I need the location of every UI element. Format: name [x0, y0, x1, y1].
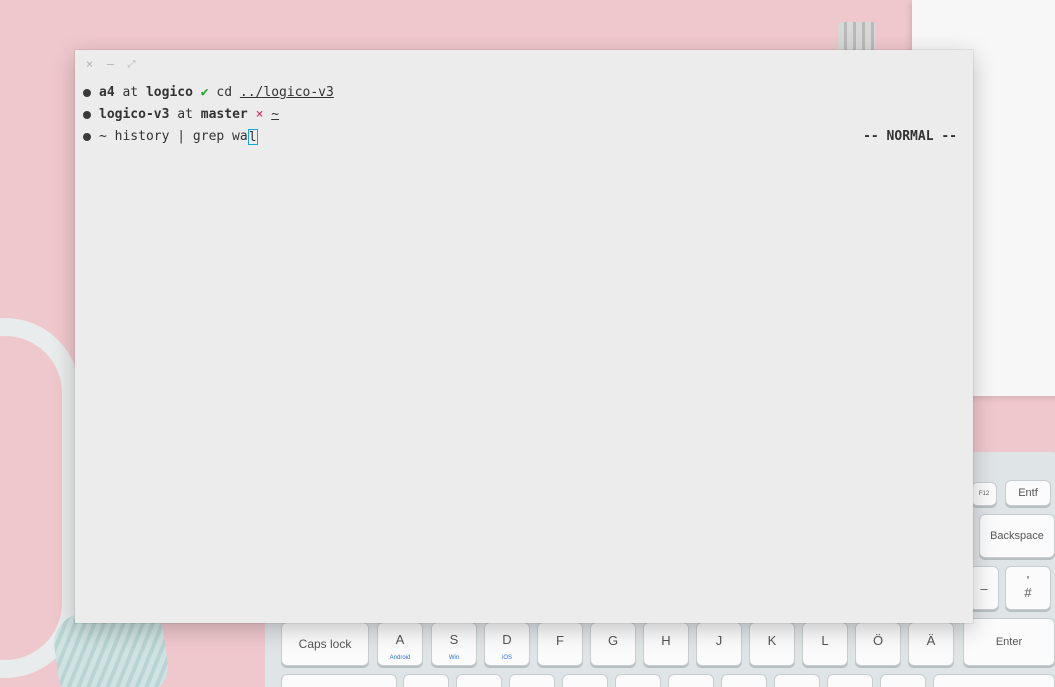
key-g: G [590, 622, 636, 666]
dirty-status-icon: × [255, 107, 264, 122]
prompt-bullet-icon [83, 133, 91, 141]
key-s: S Win [431, 622, 477, 666]
key-n [668, 674, 714, 687]
key-caps-lock: Caps lock [281, 622, 369, 666]
command-path[interactable]: ../logico-v3 [240, 84, 334, 102]
key-c [509, 674, 555, 687]
current-path[interactable]: ~ [271, 106, 279, 124]
text-cursor: l [247, 129, 258, 145]
key-d: D iOS [484, 622, 530, 666]
key-ae: Ä [908, 622, 954, 666]
prompt-bullet-icon [83, 111, 91, 119]
command: cd [216, 85, 233, 100]
terminal-window[interactable]: × – ⤢ a4 at logico ✔ cd ../logico-v3 log… [75, 50, 973, 623]
key-backspace: Backspace [979, 514, 1055, 558]
key-enter: Enter [963, 618, 1055, 666]
key-a-label: A [395, 631, 405, 647]
vi-mode-indicator: -- NORMAL -- [863, 129, 957, 144]
key-entf: Entf [1005, 480, 1051, 506]
prompt-dir: ~ [99, 129, 107, 144]
prompt-at: at [122, 85, 139, 100]
key-v [562, 674, 608, 687]
command-input[interactable]: history | grep wa [115, 128, 248, 146]
check-icon: ✔ [200, 85, 209, 100]
pen-clip [838, 22, 876, 52]
key-dash: – [969, 566, 999, 610]
maximize-icon[interactable]: ⤢ [125, 58, 138, 71]
key-s-sub: Win [448, 655, 460, 661]
key-y [403, 674, 449, 687]
key-minus [880, 674, 926, 687]
key-shift-right [933, 674, 1055, 687]
key-f12: F12 [971, 482, 997, 506]
prompt-at: at [177, 107, 193, 122]
prompt-bullet-icon [83, 89, 91, 97]
prompt-branch: master [200, 107, 248, 122]
key-f: F [537, 622, 583, 666]
key-k: K [749, 622, 795, 666]
close-icon[interactable]: × [83, 57, 96, 71]
key-oe: Ö [855, 622, 901, 666]
window-controls: × – ⤢ [83, 56, 138, 72]
prompt-line-1: a4 at logico ✔ cd ../logico-v3 [83, 84, 334, 102]
key-s-label: S [449, 631, 459, 647]
key-d-sub: iOS [501, 655, 512, 661]
key-period [827, 674, 873, 687]
prompt-branch: logico [145, 85, 193, 100]
prompt-dir: a4 [99, 85, 115, 100]
key-d-label: D [502, 631, 512, 647]
key-comma [774, 674, 820, 687]
prompt-dir: logico-v3 [99, 107, 170, 122]
key-a-sub: Android [389, 655, 411, 661]
key-hash-label: # [1024, 585, 1032, 600]
prompt-line-3[interactable]: ~ history | grep wa l [83, 128, 258, 146]
key-l: L [802, 622, 848, 666]
key-j: J [696, 622, 742, 666]
key-shift [281, 674, 397, 687]
key-a: A Android [377, 622, 423, 666]
minimize-icon[interactable]: – [104, 57, 117, 71]
key-b [615, 674, 661, 687]
key-m [721, 674, 767, 687]
key-h: H [643, 622, 689, 666]
key-x [456, 674, 502, 687]
key-hash: ' # [1005, 566, 1051, 610]
prompt-line-2: logico-v3 at master × ~ [83, 106, 279, 124]
